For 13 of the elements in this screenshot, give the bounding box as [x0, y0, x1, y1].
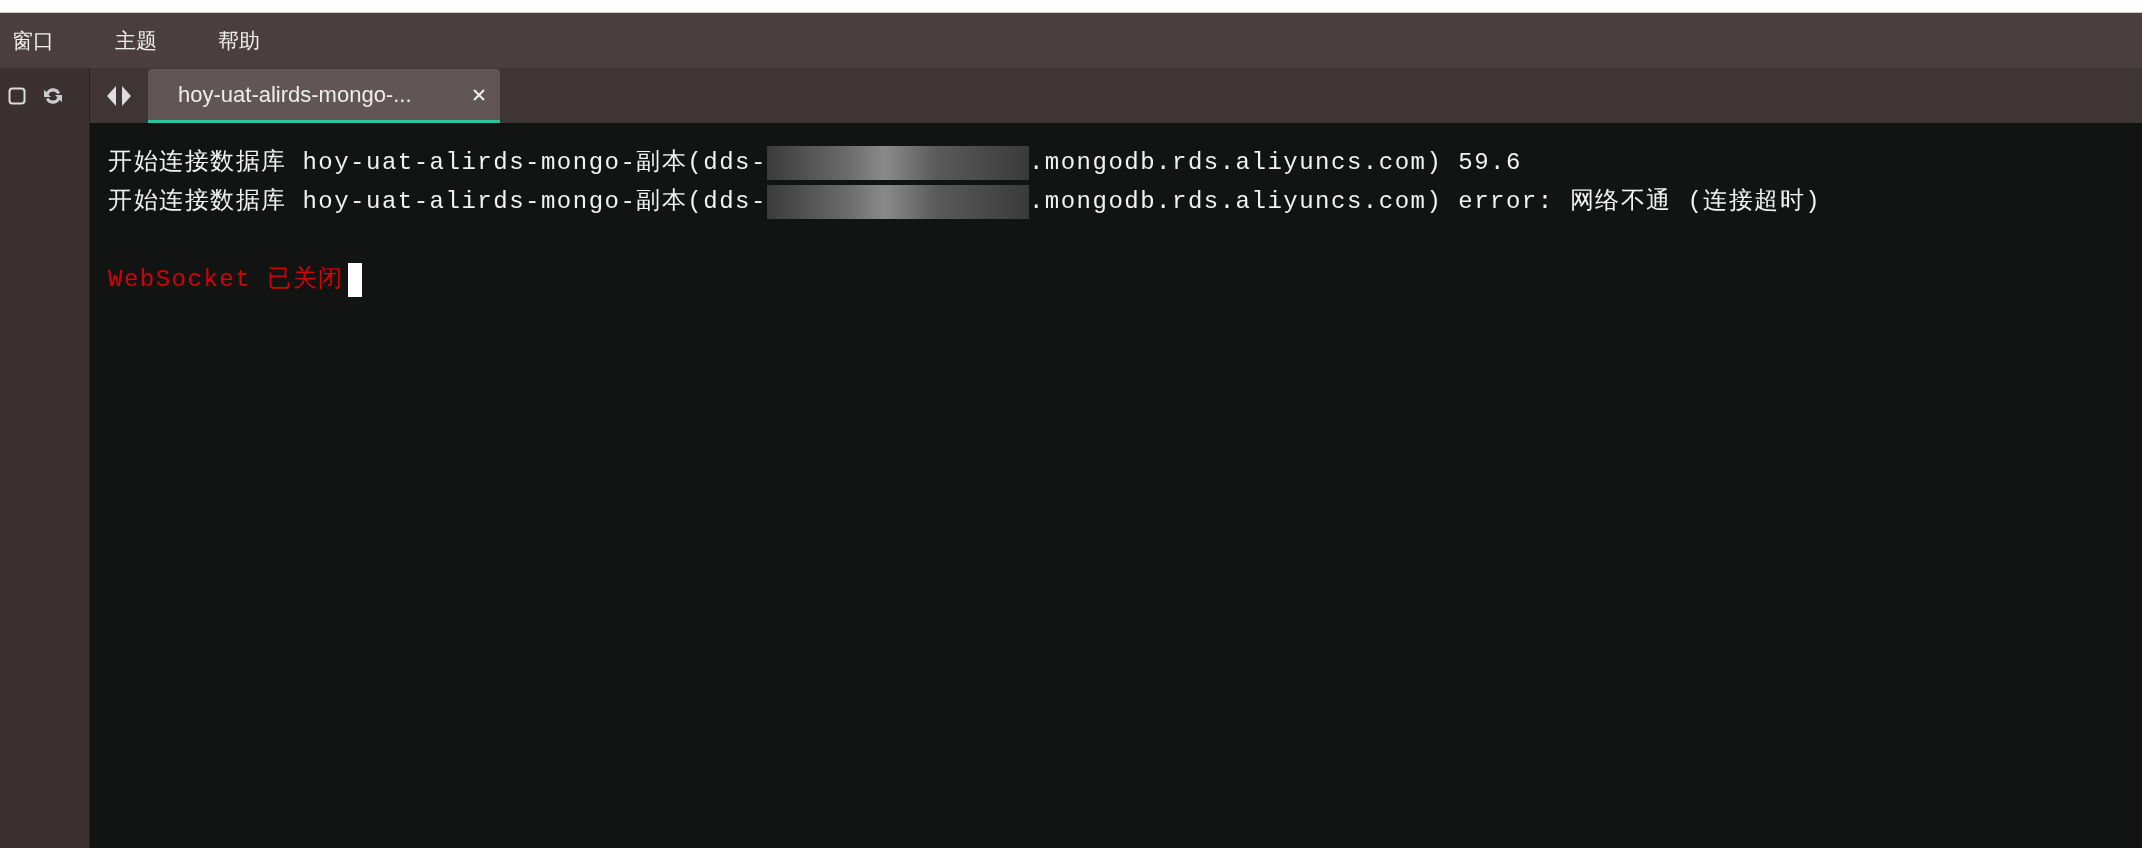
log-line: .mongodb.rds.aliyuncs.com) error: 网络不通 (连接超时)	[1028, 188, 1822, 215]
log-line: .mongodb.rds.aliyuncs.com) 59.6	[1028, 149, 1522, 176]
menu-item[interactable]: 主题	[103, 24, 206, 57]
menu-item[interactable]: 窗口	[0, 24, 103, 57]
tab[interactable]: hoy-uat-alirds-mongo-...	[148, 69, 500, 123]
right-arrow-icon[interactable]	[121, 85, 132, 107]
square-icon[interactable]	[8, 86, 26, 105]
log-line: 开始连接数据库 hoy-uat-alirds-mongo-副本(dds-	[108, 188, 767, 215]
left-arrow-icon[interactable]	[106, 85, 117, 107]
error-message: WebSocket 已关闭	[108, 266, 344, 293]
menu-item[interactable]: 帮助	[206, 24, 309, 57]
close-icon[interactable]	[472, 87, 486, 102]
log-line: 开始连接数据库 hoy-uat-alirds-mongo-副本(dds-	[108, 149, 767, 176]
